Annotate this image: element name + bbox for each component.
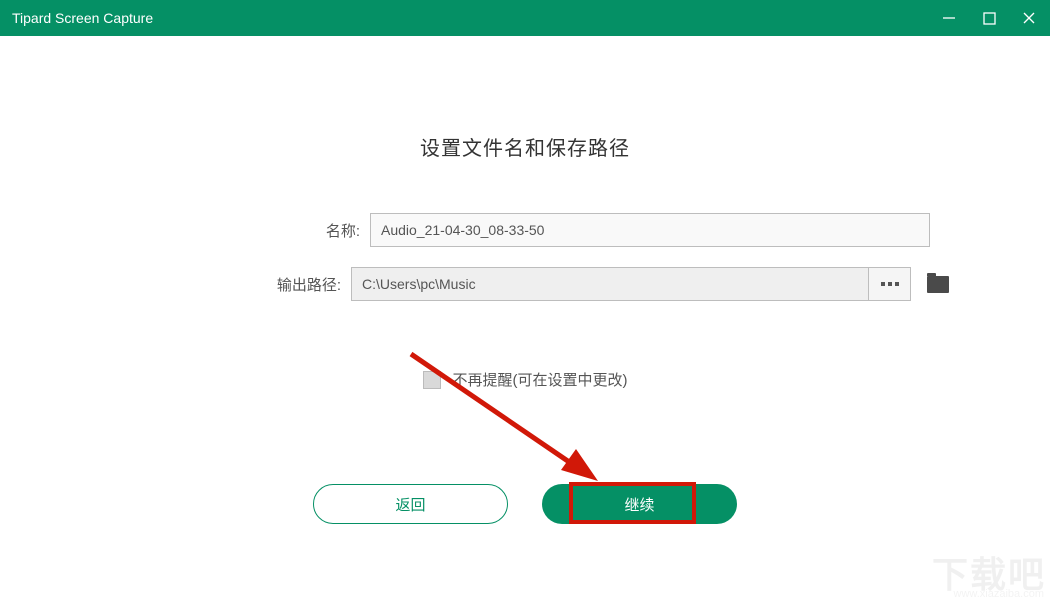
dont-remind-checkbox[interactable] (423, 371, 441, 389)
back-button[interactable]: 返回 (313, 484, 508, 524)
open-folder-button[interactable] (927, 276, 949, 293)
name-label: 名称: (120, 220, 370, 241)
close-button[interactable] (1020, 9, 1038, 27)
dont-remind-label: 不再提醒(可在设置中更改) (453, 369, 628, 390)
output-path-row: 输出路径: (101, 267, 949, 301)
main-content: 设置文件名和保存路径 名称: 输出路径: 不再提醒(可在设置中更改) (0, 36, 1050, 390)
page-heading: 设置文件名和保存路径 (420, 132, 630, 161)
watermark-sub: www.xiazaiba.com (954, 588, 1044, 600)
button-bar: 返回 继续 (0, 484, 1050, 524)
watermark-main: 下载吧 (932, 546, 1046, 598)
maximize-button[interactable] (980, 9, 998, 27)
continue-button[interactable]: 继续 (542, 484, 737, 524)
output-path-wrap (351, 267, 949, 301)
name-row: 名称: (120, 213, 930, 247)
reminder-row: 不再提醒(可在设置中更改) (423, 369, 628, 390)
minimize-button[interactable] (940, 9, 958, 27)
titlebar: Tipard Screen Capture (0, 0, 1050, 36)
app-title: Tipard Screen Capture (12, 10, 940, 26)
output-path-label: 输出路径: (101, 274, 351, 295)
output-path-input[interactable] (351, 267, 869, 301)
name-input[interactable] (370, 213, 930, 247)
browse-button[interactable] (869, 267, 911, 301)
window-controls (940, 9, 1038, 27)
ellipsis-icon (881, 281, 899, 287)
